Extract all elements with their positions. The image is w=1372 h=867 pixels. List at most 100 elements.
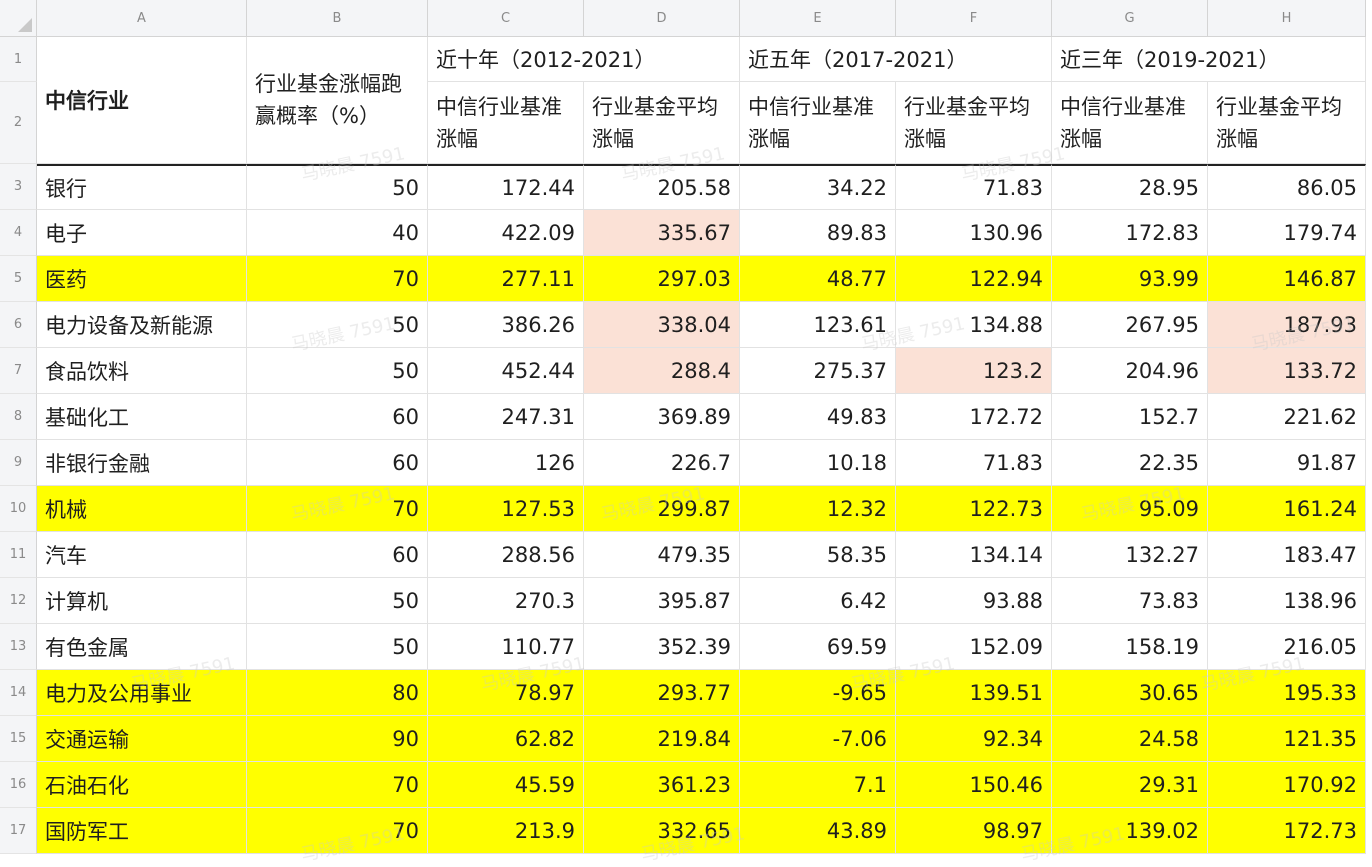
value-cell-f[interactable]: 98.97: [896, 808, 1052, 854]
value-cell-f[interactable]: 134.14: [896, 532, 1052, 578]
value-cell-e[interactable]: 58.35: [740, 532, 896, 578]
value-cell-f[interactable]: 134.88: [896, 302, 1052, 348]
value-cell-g[interactable]: 73.83: [1052, 578, 1208, 624]
row-header-2[interactable]: 2: [0, 82, 37, 164]
value-cell-g[interactable]: 30.65: [1052, 670, 1208, 716]
value-cell-g[interactable]: 29.31: [1052, 762, 1208, 808]
industry-name[interactable]: 基础化工: [37, 394, 247, 440]
value-cell-f[interactable]: 92.34: [896, 716, 1052, 762]
value-cell-d[interactable]: 293.77: [584, 670, 740, 716]
value-cell-e[interactable]: 275.37: [740, 348, 896, 394]
value-cell-h[interactable]: 170.92: [1208, 762, 1366, 808]
win-rate-value[interactable]: 40: [247, 210, 428, 256]
value-cell-d[interactable]: 299.87: [584, 486, 740, 532]
value-cell-c[interactable]: 452.44: [428, 348, 584, 394]
header-sub-fund_avg-d[interactable]: 行业基金平均涨幅: [584, 82, 740, 164]
industry-name[interactable]: 石油石化: [37, 762, 247, 808]
row-header-13[interactable]: 13: [0, 624, 37, 670]
value-cell-c[interactable]: 62.82: [428, 716, 584, 762]
value-cell-g[interactable]: 28.95: [1052, 164, 1208, 210]
value-cell-c[interactable]: 247.31: [428, 394, 584, 440]
value-cell-h[interactable]: 216.05: [1208, 624, 1366, 670]
win-rate-value[interactable]: 50: [247, 348, 428, 394]
row-header-17[interactable]: 17: [0, 808, 37, 854]
column-header-e[interactable]: E: [740, 0, 896, 37]
value-cell-h[interactable]: 179.74: [1208, 210, 1366, 256]
value-cell-e[interactable]: 89.83: [740, 210, 896, 256]
row-header-11[interactable]: 11: [0, 532, 37, 578]
value-cell-d[interactable]: 338.04: [584, 302, 740, 348]
value-cell-d[interactable]: 288.4: [584, 348, 740, 394]
value-cell-c[interactable]: 422.09: [428, 210, 584, 256]
row-header-16[interactable]: 16: [0, 762, 37, 808]
value-cell-c[interactable]: 172.44: [428, 164, 584, 210]
value-cell-d[interactable]: 361.23: [584, 762, 740, 808]
value-cell-d[interactable]: 369.89: [584, 394, 740, 440]
industry-name[interactable]: 电力及公用事业: [37, 670, 247, 716]
select-all-corner[interactable]: [0, 0, 37, 37]
value-cell-f[interactable]: 152.09: [896, 624, 1052, 670]
win-rate-value[interactable]: 90: [247, 716, 428, 762]
win-rate-value[interactable]: 60: [247, 394, 428, 440]
value-cell-g[interactable]: 24.58: [1052, 716, 1208, 762]
value-cell-c[interactable]: 386.26: [428, 302, 584, 348]
industry-name[interactable]: 交通运输: [37, 716, 247, 762]
column-header-h[interactable]: H: [1208, 0, 1366, 37]
header-sub-fund_avg-h[interactable]: 行业基金平均涨幅: [1208, 82, 1366, 164]
row-header-12[interactable]: 12: [0, 578, 37, 624]
industry-name[interactable]: 汽车: [37, 532, 247, 578]
value-cell-c[interactable]: 127.53: [428, 486, 584, 532]
win-rate-value[interactable]: 50: [247, 578, 428, 624]
value-cell-g[interactable]: 93.99: [1052, 256, 1208, 302]
value-cell-c[interactable]: 213.9: [428, 808, 584, 854]
industry-name[interactable]: 食品饮料: [37, 348, 247, 394]
win-rate-value[interactable]: 50: [247, 302, 428, 348]
value-cell-f[interactable]: 122.94: [896, 256, 1052, 302]
value-cell-d[interactable]: 219.84: [584, 716, 740, 762]
value-cell-h[interactable]: 161.24: [1208, 486, 1366, 532]
column-header-g[interactable]: G: [1052, 0, 1208, 37]
row-header-3[interactable]: 3: [0, 164, 37, 210]
value-cell-g[interactable]: 152.7: [1052, 394, 1208, 440]
win-rate-value[interactable]: 70: [247, 486, 428, 532]
row-header-5[interactable]: 5: [0, 256, 37, 302]
win-rate-value[interactable]: 80: [247, 670, 428, 716]
value-cell-h[interactable]: 183.47: [1208, 532, 1366, 578]
value-cell-c[interactable]: 270.3: [428, 578, 584, 624]
win-rate-value[interactable]: 70: [247, 256, 428, 302]
industry-name[interactable]: 计算机: [37, 578, 247, 624]
value-cell-e[interactable]: 7.1: [740, 762, 896, 808]
value-cell-e[interactable]: -7.06: [740, 716, 896, 762]
value-cell-d[interactable]: 297.03: [584, 256, 740, 302]
value-cell-c[interactable]: 277.11: [428, 256, 584, 302]
value-cell-e[interactable]: -9.65: [740, 670, 896, 716]
value-cell-g[interactable]: 132.27: [1052, 532, 1208, 578]
value-cell-c[interactable]: 78.97: [428, 670, 584, 716]
industry-name[interactable]: 医药: [37, 256, 247, 302]
value-cell-e[interactable]: 10.18: [740, 440, 896, 486]
row-header-1[interactable]: 1: [0, 37, 37, 82]
value-cell-d[interactable]: 352.39: [584, 624, 740, 670]
row-header-6[interactable]: 6: [0, 302, 37, 348]
industry-name[interactable]: 电力设备及新能源: [37, 302, 247, 348]
value-cell-h[interactable]: 121.35: [1208, 716, 1366, 762]
column-header-f[interactable]: F: [896, 0, 1052, 37]
value-cell-g[interactable]: 172.83: [1052, 210, 1208, 256]
value-cell-d[interactable]: 479.35: [584, 532, 740, 578]
row-header-7[interactable]: 7: [0, 348, 37, 394]
column-header-c[interactable]: C: [428, 0, 584, 37]
win-rate-value[interactable]: 60: [247, 440, 428, 486]
row-header-8[interactable]: 8: [0, 394, 37, 440]
header-industry[interactable]: 中信行业: [37, 37, 247, 164]
win-rate-value[interactable]: 60: [247, 532, 428, 578]
value-cell-f[interactable]: 150.46: [896, 762, 1052, 808]
value-cell-f[interactable]: 172.72: [896, 394, 1052, 440]
value-cell-h[interactable]: 221.62: [1208, 394, 1366, 440]
value-cell-f[interactable]: 71.83: [896, 164, 1052, 210]
win-rate-value[interactable]: 50: [247, 624, 428, 670]
industry-name[interactable]: 非银行金融: [37, 440, 247, 486]
value-cell-d[interactable]: 205.58: [584, 164, 740, 210]
value-cell-g[interactable]: 158.19: [1052, 624, 1208, 670]
value-cell-c[interactable]: 45.59: [428, 762, 584, 808]
value-cell-e[interactable]: 69.59: [740, 624, 896, 670]
